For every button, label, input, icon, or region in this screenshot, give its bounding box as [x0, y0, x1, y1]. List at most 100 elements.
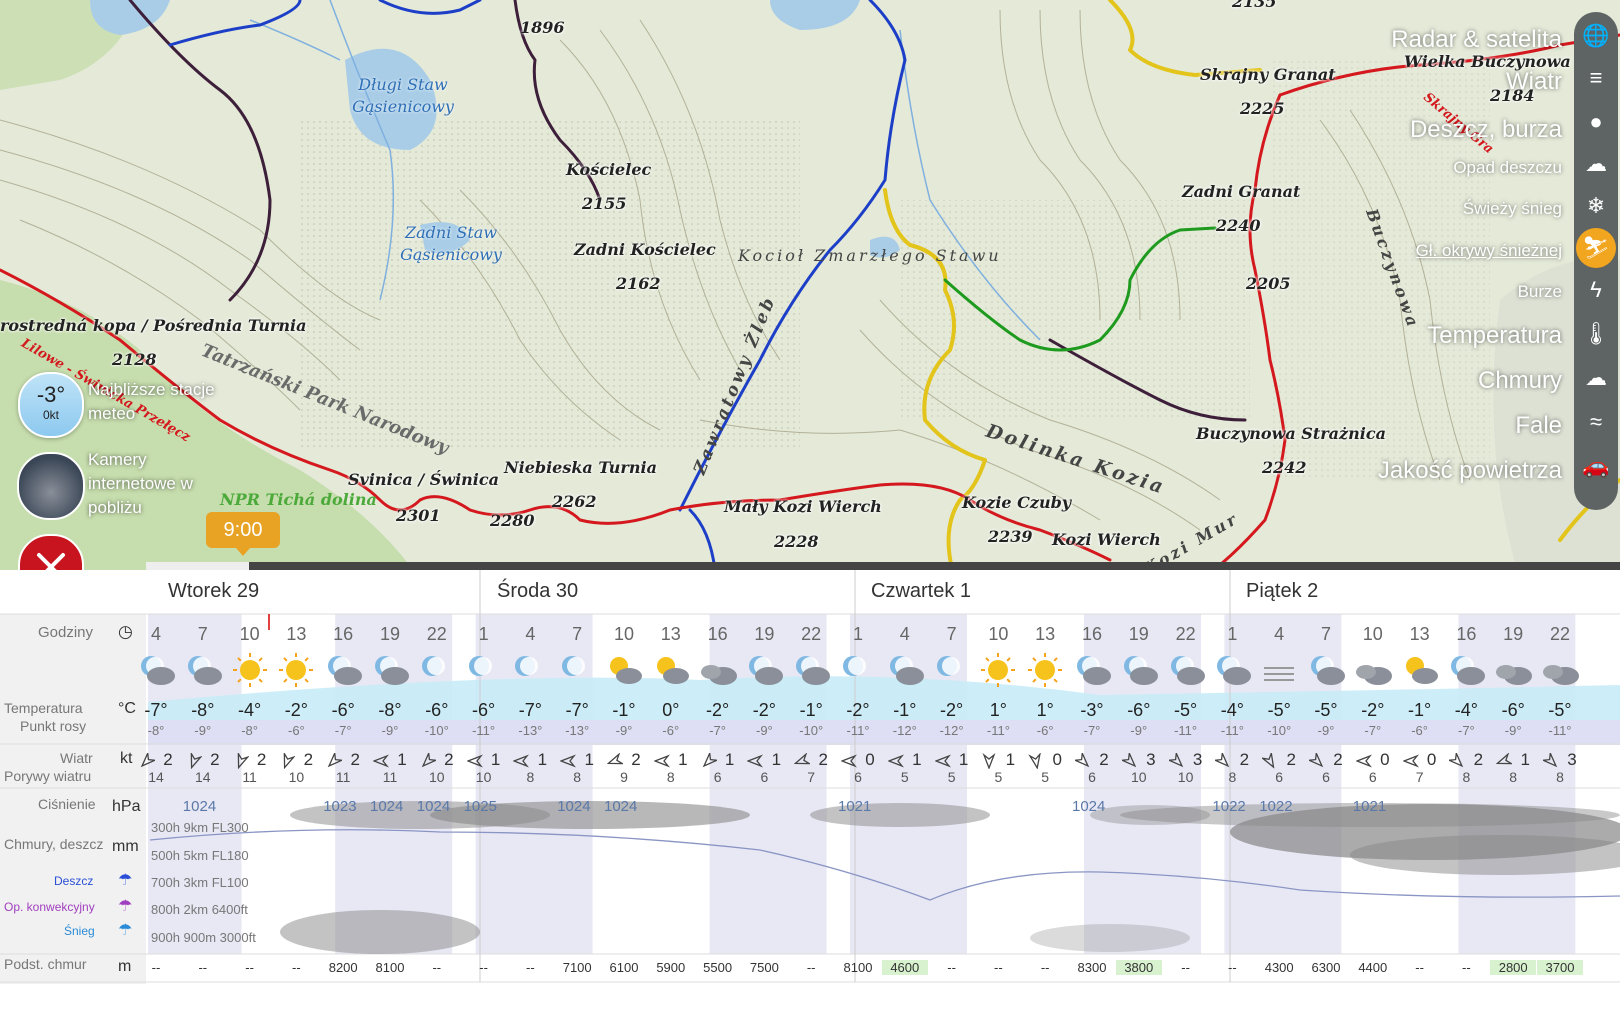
layer-thunder[interactable]: Burze	[1518, 282, 1562, 302]
waves-icon[interactable]: ≈	[1576, 402, 1616, 442]
gust-value: 14	[195, 769, 211, 785]
station-temperature: -3°	[36, 382, 66, 407]
temperature-value: -3°	[1080, 700, 1104, 720]
wind-speed-value: 0	[1052, 750, 1062, 769]
layer-rain-amount[interactable]: Opad deszczu	[1453, 158, 1562, 178]
layer-rain-storm[interactable]: Deszcz, burza	[1410, 116, 1562, 144]
timeline-slider[interactable]	[146, 562, 1620, 570]
time-badge[interactable]: 9:00	[206, 512, 280, 556]
clouds-icon	[1496, 665, 1533, 685]
webcam-thumbnail[interactable]	[17, 452, 85, 520]
layer-menu: Radar & satelita Wiatr Deszcz, burza Opa…	[1320, 0, 1620, 580]
clock-icon: ◷	[118, 622, 133, 641]
cloud-base-value: 7100	[562, 960, 592, 975]
thunder-icon[interactable]: ϟ	[1576, 270, 1616, 310]
gust-value: 10	[429, 769, 445, 785]
clouds-icon	[1355, 665, 1392, 685]
hour-label: 22	[426, 624, 447, 644]
hour-label: 1	[478, 624, 489, 644]
row-label-snow: Śnieg	[64, 924, 95, 938]
row-label-cloud-base: Podst. chmur	[4, 956, 87, 972]
car-icon[interactable]: 🚗	[1576, 446, 1616, 486]
cloud-base-value: --	[1228, 960, 1237, 975]
lake-label: Długi Staw Gąsienicowy	[352, 75, 454, 116]
gust-value: 8	[1462, 769, 1471, 785]
temperature-value: -4°	[237, 700, 262, 720]
layer-fresh-snow[interactable]: Świeży śnieg	[1463, 199, 1562, 219]
meteogram[interactable]: Wtorek 29 Środa 30 Czwartek 1 Piątek 2 G…	[0, 570, 1620, 1016]
cloud-base-value: --	[151, 960, 161, 975]
hour-label: 7	[946, 624, 957, 644]
snowflake-icon[interactable]: ❄	[1576, 186, 1616, 226]
moon-cloud-icon	[328, 656, 363, 685]
pressure-value: 1023	[323, 798, 357, 815]
cloud-base-value: --	[526, 960, 535, 975]
layer-wind[interactable]: Wiatr	[1506, 68, 1562, 96]
layer-snow-depth[interactable]: Gł. okrywy śnieżnej	[1416, 241, 1562, 261]
peak-name: rostredná kopa / Pośrednia Turnia	[0, 316, 307, 335]
layer-waves[interactable]: Fale	[1515, 412, 1562, 440]
gust-value: 6	[1275, 769, 1284, 785]
layer-clouds[interactable]: Chmury	[1478, 367, 1562, 395]
wind-icon[interactable]: ≡	[1576, 58, 1616, 98]
moon-icon	[421, 656, 445, 676]
pressure-value: 1024	[182, 798, 217, 815]
hour-label: 19	[1128, 624, 1149, 644]
cloud-base-value: 8100	[375, 960, 405, 975]
thermometer-icon[interactable]: 🌡	[1576, 314, 1616, 354]
temperature-value: -2°	[939, 700, 964, 720]
skier-icon[interactable]: ⛷	[1576, 228, 1616, 268]
gust-value: 8	[1228, 769, 1237, 785]
temperature-value: 1°	[1036, 700, 1054, 720]
wind-speed-value: 1	[537, 750, 548, 769]
gust-value: 10	[288, 769, 305, 785]
hour-label: 22	[1549, 624, 1571, 644]
hour-label: 4	[150, 624, 161, 644]
row-label-temp: Temperatura	[4, 700, 83, 716]
layer-temperature[interactable]: Temperatura	[1427, 322, 1562, 350]
temperature-value: -5°	[1314, 700, 1338, 720]
dewpoint-value: -6°	[288, 723, 305, 738]
layer-air-quality[interactable]: Jakość powietrza	[1378, 457, 1562, 485]
altitude-label: 500h 5km FL180	[151, 848, 249, 863]
wind-speed-value: 0	[865, 750, 875, 769]
peak-elevation: 2240	[1216, 216, 1261, 235]
pressure-value: 1024	[416, 798, 451, 815]
row-label-wind: Wiatr	[60, 750, 93, 766]
row-label-convective: Op. konwekcyjny	[4, 900, 95, 914]
drop-icon[interactable]: ●	[1576, 102, 1616, 142]
globe-icon[interactable]: 🌐	[1576, 16, 1616, 56]
peak-elevation: 2242	[1262, 458, 1307, 477]
gust-value: 6	[760, 769, 769, 785]
moon-icon	[468, 656, 492, 676]
cloud-blob	[1030, 924, 1190, 952]
clouds-icon	[700, 665, 737, 685]
wind-speed-value: 2	[1099, 750, 1109, 769]
temperature-value: -5°	[1173, 700, 1198, 720]
cloud-icon[interactable]: ☁	[1576, 358, 1616, 398]
dewpoint-value: -6°	[662, 723, 680, 738]
dewpoint-value: -11°	[846, 723, 870, 738]
clouds-unit: mm	[112, 838, 139, 855]
cloud-base-value: 4600	[881, 960, 928, 975]
nearest-station-button[interactable]: -3° 0kt	[18, 372, 84, 438]
row-label-clouds: Chmury, deszcz	[4, 836, 104, 852]
gust-value: 5	[994, 769, 1003, 785]
dewpoint-value: -12°	[892, 723, 917, 738]
wind-speed-value: 0	[1426, 750, 1437, 769]
day-label: Czwartek 1	[871, 580, 972, 602]
peak-name: Mały Kozi Wierch	[724, 497, 882, 516]
rain-icon: ☂	[118, 872, 133, 889]
timeline-progress	[146, 562, 250, 570]
webcams-label[interactable]: Kamery internetowe w pobliżu	[88, 448, 228, 520]
wind-speed-value: 0	[1380, 750, 1390, 769]
wind-speed-value: 1	[490, 750, 501, 769]
row-label-gusts: Porywy wiatru	[4, 768, 92, 784]
nearest-station-label[interactable]: Najbliższe stacje meteo	[88, 378, 248, 426]
reserve-label: NPR Tichá dolina	[220, 490, 377, 509]
layer-radar[interactable]: Radar & satelita	[1391, 26, 1562, 54]
temperature-value: -1°	[1407, 700, 1432, 720]
rain-cloud-icon[interactable]: ☁	[1576, 144, 1616, 184]
cloud-base-value: --	[245, 960, 254, 975]
moon-cloud-icon	[749, 656, 784, 685]
